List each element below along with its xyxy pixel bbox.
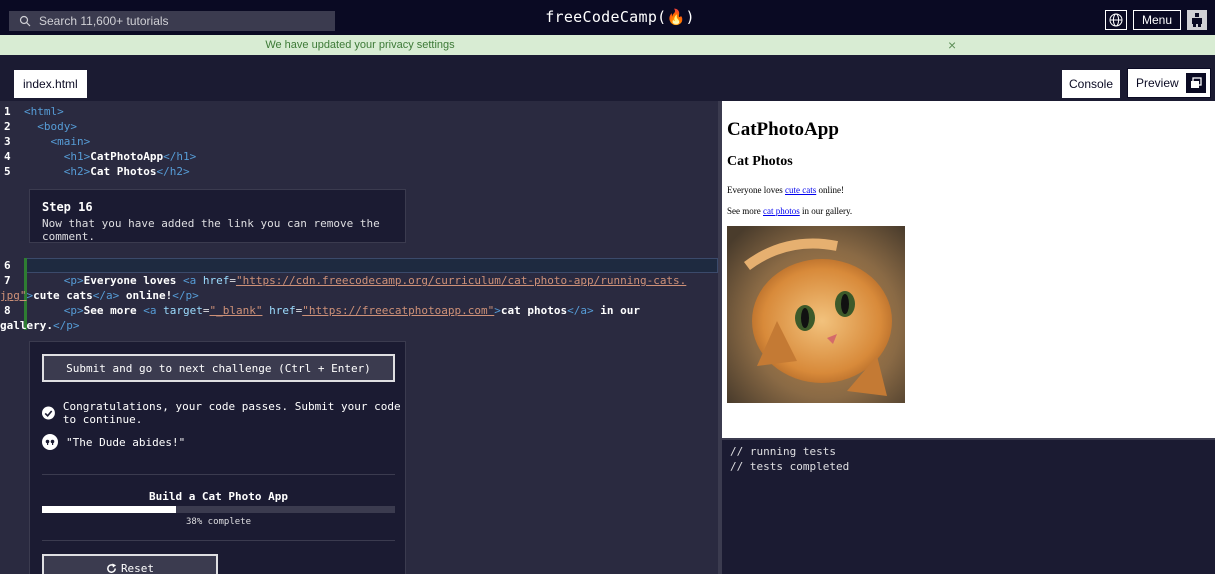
code-editor[interactable]: 1 <html> 2 <body> 3 <main> 4 <h1>CatPhoto… bbox=[0, 101, 718, 574]
modified-line-marker bbox=[24, 258, 27, 273]
quote-icon bbox=[42, 434, 58, 450]
popout-icon[interactable] bbox=[1186, 73, 1206, 93]
submit-button[interactable]: Submit and go to next challenge (Ctrl + … bbox=[42, 354, 395, 382]
privacy-banner: We have updated your privacy settings × bbox=[0, 35, 1215, 55]
preview-button[interactable]: Preview bbox=[1127, 68, 1211, 98]
preview-subheading: Cat Photos bbox=[727, 154, 793, 169]
test-console: // running tests // tests completed bbox=[722, 438, 1215, 574]
user-avatar-icon bbox=[1192, 13, 1202, 27]
cat-photo-image bbox=[727, 226, 905, 403]
search-input[interactable]: Search 11,600+ tutorials bbox=[39, 14, 169, 28]
banner-close-icon[interactable]: × bbox=[948, 37, 956, 53]
preview-heading: CatPhotoApp bbox=[727, 119, 839, 140]
editor-tab-bar: index.html Console Preview bbox=[0, 55, 1215, 101]
preview-pane: CatPhotoApp Cat Photos Everyone loves cu… bbox=[722, 101, 1215, 438]
console-line: // running tests bbox=[730, 445, 836, 458]
code-line[interactable]: 5 <h2>Cat Photos</h2> bbox=[0, 164, 190, 179]
step-description: Now that you have added the link you can… bbox=[42, 217, 380, 243]
console-line: // tests completed bbox=[730, 460, 850, 473]
progress-label: 38% complete bbox=[185, 517, 252, 527]
reset-button[interactable]: Reset bbox=[42, 554, 218, 574]
cute-cats-link[interactable]: cute cats bbox=[785, 185, 816, 195]
divider bbox=[42, 474, 395, 475]
nav-right: Menu bbox=[1104, 10, 1207, 30]
banner-message: We have updated your privacy settings bbox=[265, 39, 455, 51]
freecodecamp-logo[interactable]: freeCodeCamp(🔥) bbox=[500, 8, 740, 26]
pass-message: Congratulations, your code passes. Submi… bbox=[62, 400, 401, 426]
code-line-wrap[interactable]: gallery.</p> bbox=[0, 318, 79, 333]
code-line[interactable]: 6 bbox=[0, 258, 24, 273]
window-icon bbox=[1191, 77, 1202, 88]
search-icon bbox=[19, 15, 31, 27]
motivational-quote: "The Dude abides!" bbox=[66, 435, 186, 449]
quote-status: "The Dude abides!" bbox=[42, 434, 185, 450]
preview-paragraph: See more cat photos in our gallery. bbox=[727, 206, 853, 216]
action-panel: Submit and go to next challenge (Ctrl + … bbox=[29, 341, 406, 574]
check-circle-icon bbox=[42, 406, 55, 420]
reset-label: Reset bbox=[120, 561, 155, 574]
globe-icon bbox=[1109, 13, 1123, 27]
menu-button[interactable]: Menu bbox=[1132, 10, 1181, 30]
code-line[interactable]: 2 <body> bbox=[0, 119, 77, 134]
top-nav: Search 11,600+ tutorials freeCodeCamp(🔥)… bbox=[0, 0, 1215, 35]
code-line[interactable]: 1 <html> bbox=[0, 104, 64, 119]
code-line[interactable]: 8 <p>See more <a target="_blank" href="h… bbox=[0, 303, 640, 318]
preview-label: Preview bbox=[1136, 76, 1179, 90]
reset-icon bbox=[107, 562, 117, 573]
active-line-highlight bbox=[24, 258, 718, 273]
divider bbox=[42, 540, 395, 541]
code-line[interactable]: 3 <main> bbox=[0, 134, 90, 149]
progress-bar-fill bbox=[42, 506, 177, 513]
code-line[interactable]: 4 <h1>CatPhotoApp</h1> bbox=[0, 149, 196, 164]
search-bar[interactable]: Search 11,600+ tutorials bbox=[9, 11, 335, 31]
language-button[interactable] bbox=[1104, 10, 1127, 30]
project-title: Build a Cat Photo App bbox=[148, 490, 289, 503]
preview-paragraph: Everyone loves cute cats online! bbox=[727, 185, 844, 195]
progress-bar bbox=[42, 506, 395, 513]
code-line[interactable]: 7 <p>Everyone loves <a href="https://cdn… bbox=[0, 273, 686, 288]
step-title: Step 16 bbox=[42, 200, 93, 214]
pass-status: Congratulations, your code passes. Submi… bbox=[42, 400, 405, 426]
code-line-wrap[interactable]: jpg">cute cats</a> online!</p> bbox=[0, 288, 199, 303]
avatar[interactable] bbox=[1187, 10, 1207, 30]
console-button[interactable]: Console bbox=[1062, 70, 1120, 98]
step-description-panel: Step 16 Now that you have added the link… bbox=[29, 189, 406, 243]
tab-index-html[interactable]: index.html bbox=[14, 70, 87, 98]
cat-photos-link[interactable]: cat photos bbox=[763, 206, 800, 216]
